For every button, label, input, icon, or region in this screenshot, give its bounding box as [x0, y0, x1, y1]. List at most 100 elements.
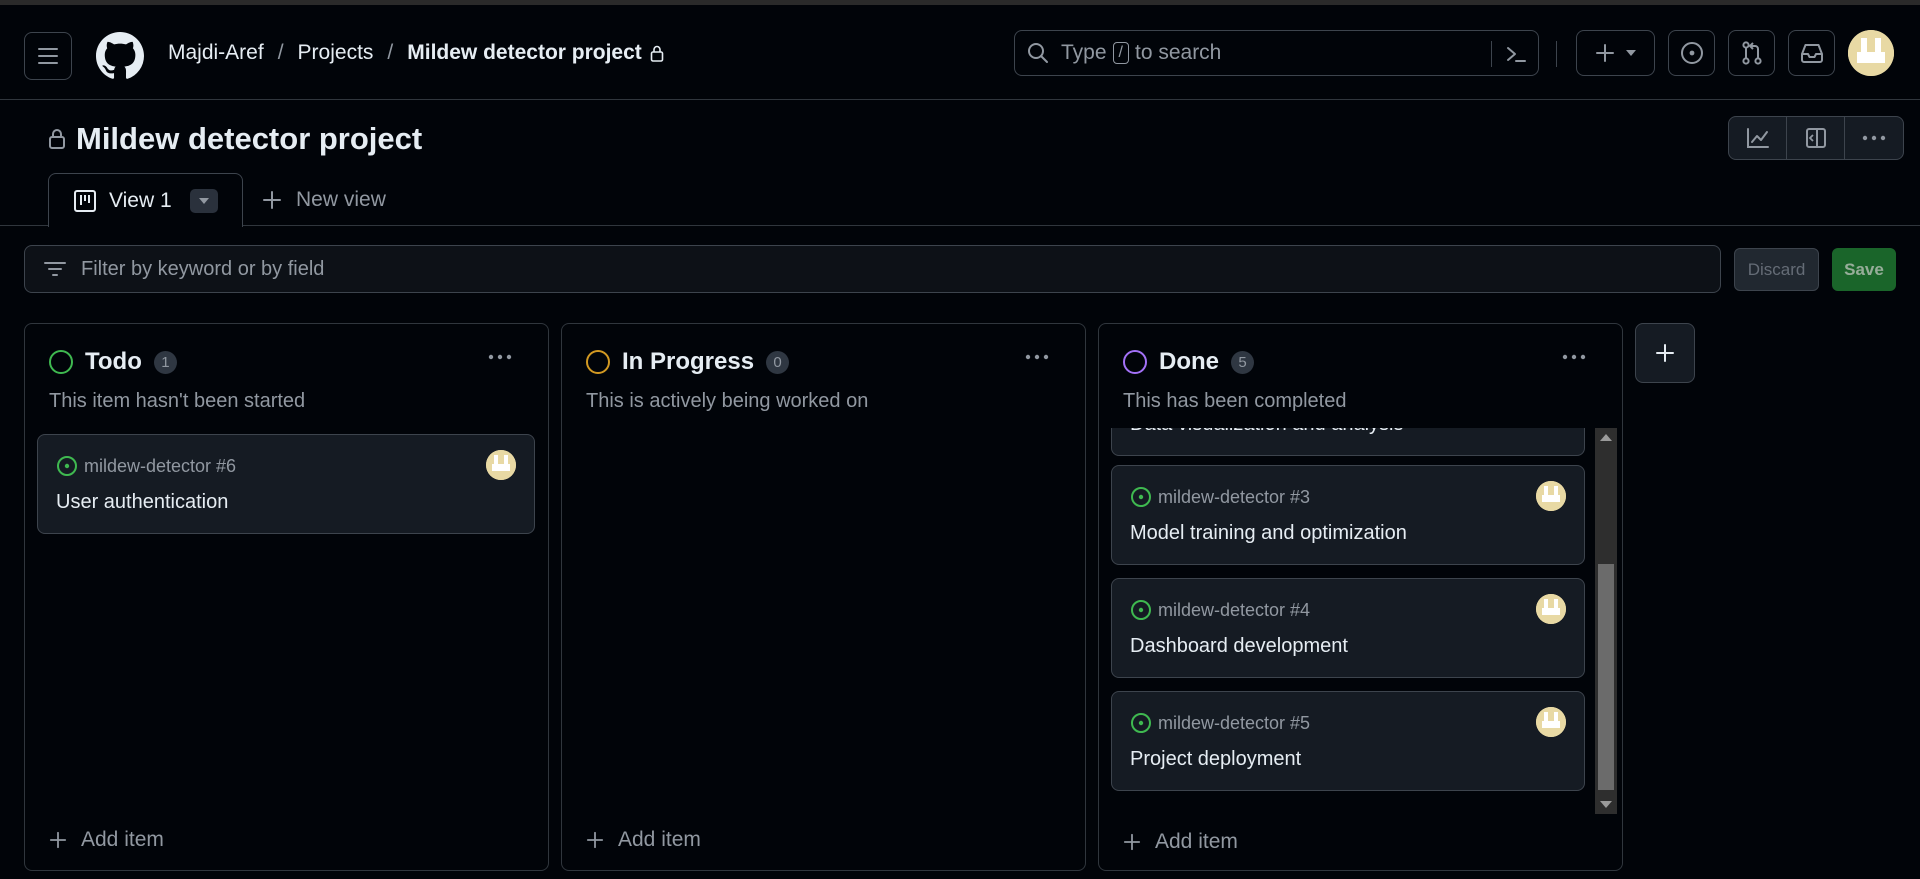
card-reference[interactable]: mildew-detector #3	[1158, 487, 1310, 508]
page-title: Mildew detector project	[48, 121, 422, 157]
column-done: Done 5 This has been completed Data visu…	[1098, 323, 1623, 871]
issue-card[interactable]: mildew-detector #5 Project deployment	[1111, 691, 1585, 791]
github-logo[interactable]	[96, 32, 144, 80]
column-description: This has been completed	[1123, 390, 1347, 412]
add-column-button[interactable]	[1635, 323, 1695, 383]
add-item-label: Add item	[1155, 830, 1238, 853]
create-new-button[interactable]	[1576, 30, 1655, 76]
card-list[interactable]: Data visualization and analysis mildew-d…	[1099, 428, 1622, 808]
inbox-button[interactable]	[1788, 30, 1835, 76]
column-description: This item hasn't been started	[49, 390, 306, 412]
breadcrumb: Majdi-Aref / Projects / Mildew detector …	[168, 41, 664, 65]
status-circle-icon	[49, 350, 73, 374]
save-button[interactable]: Save	[1832, 248, 1896, 291]
column-count-badge: 0	[766, 350, 790, 374]
scroll-down-arrow[interactable]	[1600, 801, 1612, 808]
column-options-button[interactable]	[1025, 354, 1049, 360]
global-header: Majdi-Aref / Projects / Mildew detector …	[0, 5, 1920, 100]
search-input[interactable]: Type / to search	[1014, 30, 1539, 76]
column-options-button[interactable]	[1562, 354, 1586, 360]
issues-button[interactable]	[1668, 30, 1715, 76]
insights-button[interactable]	[1729, 117, 1787, 159]
column-header: Done 5	[1123, 348, 1254, 376]
column-header: In Progress 0	[586, 348, 790, 376]
avatar-identicon	[486, 450, 516, 480]
plus-icon	[1123, 833, 1141, 851]
issue-card[interactable]: mildew-detector #6 User authentication	[37, 434, 535, 534]
tab-label: View 1	[109, 188, 172, 212]
filter-placeholder: Filter by keyword or by field	[81, 257, 325, 280]
column-title: Todo	[85, 348, 142, 375]
card-reference[interactable]: mildew-detector #4	[1158, 600, 1310, 621]
avatar-identicon	[1536, 594, 1566, 624]
assignee-avatar[interactable]	[1536, 481, 1566, 511]
avatar-identicon	[1848, 30, 1894, 76]
card-title[interactable]: Dashboard development	[1130, 635, 1348, 658]
new-view-label: New view	[296, 188, 386, 211]
search-shortcut-key: /	[1112, 42, 1129, 64]
breadcrumb-owner[interactable]: Majdi-Aref	[168, 41, 264, 65]
search-divider	[1491, 41, 1492, 67]
project-toolbar	[1728, 116, 1904, 160]
pull-requests-button[interactable]	[1728, 30, 1775, 76]
vertical-scrollbar[interactable]	[1595, 428, 1617, 814]
lock-icon	[49, 129, 65, 149]
assignee-avatar[interactable]	[486, 450, 516, 480]
column-todo: Todo 1 This item hasn't been started mil…	[24, 323, 549, 871]
assignee-avatar[interactable]	[1536, 594, 1566, 624]
plus-icon	[1595, 44, 1614, 62]
user-avatar[interactable]	[1848, 30, 1894, 76]
avatar-identicon	[1536, 481, 1566, 511]
column-header: Todo 1	[49, 348, 177, 376]
card-title[interactable]: Project deployment	[1130, 748, 1301, 771]
header-divider	[1556, 41, 1557, 67]
card-reference[interactable]: mildew-detector #6	[84, 456, 236, 477]
column-options-button[interactable]	[488, 354, 512, 360]
card-title[interactable]: User authentication	[56, 491, 228, 514]
breadcrumb-projects[interactable]: Projects	[298, 41, 374, 65]
add-item-label: Add item	[81, 828, 164, 851]
triangle-down-icon	[198, 197, 209, 204]
card-title[interactable]: Model training and optimization	[1130, 522, 1407, 545]
card-meta: mildew-detector #3	[1130, 486, 1310, 508]
plus-icon	[263, 191, 281, 209]
project-title-text: Mildew detector project	[76, 121, 423, 156]
view-options-dropdown[interactable]	[189, 188, 218, 213]
inbox-icon	[1800, 44, 1823, 63]
card-reference[interactable]: mildew-detector #5	[1158, 713, 1310, 734]
assignee-avatar[interactable]	[1536, 707, 1566, 737]
scrollbar-thumb[interactable]	[1598, 564, 1614, 790]
plus-icon	[49, 831, 67, 849]
card-meta: mildew-detector #4	[1130, 599, 1310, 621]
add-item-button[interactable]: Add item	[586, 828, 701, 852]
hamburger-icon	[38, 48, 58, 64]
plus-icon	[586, 831, 604, 849]
issue-opened-icon	[1680, 42, 1703, 64]
tab-view-1[interactable]: View 1	[48, 173, 243, 227]
issue-opened-icon	[57, 456, 77, 476]
kebab-horizontal-icon	[1862, 135, 1886, 141]
filter-input[interactable]: Filter by keyword or by field	[24, 245, 1721, 293]
command-palette-icon[interactable]	[1505, 43, 1527, 65]
card-title[interactable]: Data visualization and analysis	[1130, 428, 1404, 436]
open-menu-button[interactable]	[24, 32, 72, 80]
scroll-up-arrow[interactable]	[1600, 434, 1612, 441]
new-view-button[interactable]: New view	[262, 188, 386, 212]
issue-card[interactable]: mildew-detector #3 Model training and op…	[1111, 465, 1585, 565]
filter-icon	[44, 262, 66, 276]
issue-card[interactable]: Data visualization and analysis	[1111, 428, 1585, 456]
lock-icon	[650, 45, 664, 62]
column-in-progress: In Progress 0 This is actively being wor…	[561, 323, 1086, 871]
avatar-identicon	[1536, 707, 1566, 737]
project-more-options-button[interactable]	[1845, 117, 1903, 159]
discard-button[interactable]: Discard	[1734, 248, 1819, 291]
issue-opened-icon	[1131, 487, 1151, 507]
column-title: Done	[1159, 348, 1219, 375]
add-item-button[interactable]: Add item	[49, 828, 164, 852]
git-pull-request-icon	[1741, 41, 1762, 65]
add-item-button[interactable]: Add item	[1123, 830, 1238, 854]
toggle-sidepanel-button[interactable]	[1787, 117, 1845, 159]
breadcrumb-current-project[interactable]: Mildew detector project	[407, 41, 642, 65]
issue-card[interactable]: mildew-detector #4 Dashboard development	[1111, 578, 1585, 678]
status-circle-icon	[1123, 350, 1147, 374]
